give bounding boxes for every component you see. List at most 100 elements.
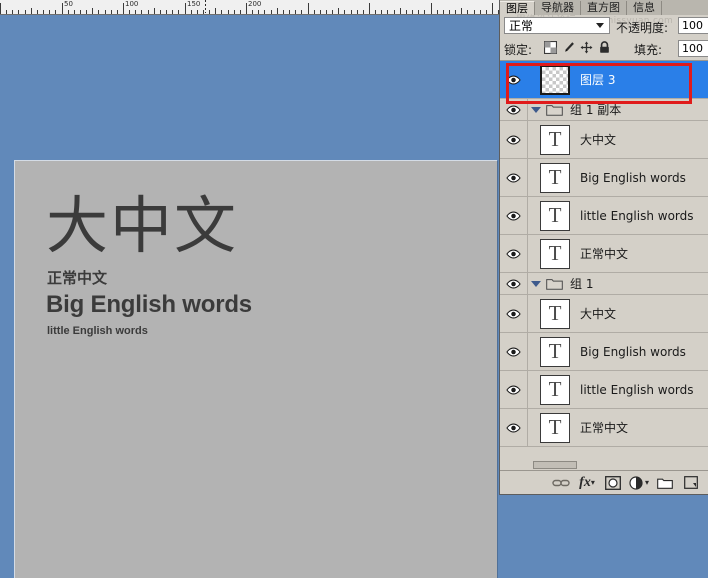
layer-row[interactable]: T 正常中文	[500, 235, 708, 273]
eye-visibility-icon[interactable]	[506, 75, 521, 85]
group-disclosure-triangle[interactable]	[528, 106, 544, 113]
layer-visibility-toggle[interactable]	[500, 99, 528, 120]
layer-visibility-toggle[interactable]	[500, 235, 528, 272]
ruler-tick	[49, 10, 50, 14]
eye-visibility-icon[interactable]	[506, 385, 521, 395]
group-disclosure-triangle[interactable]	[528, 280, 544, 287]
layer-thumbnail[interactable]: T	[540, 412, 570, 443]
ruler-tick	[264, 10, 265, 14]
layer-visibility-toggle[interactable]	[500, 409, 528, 446]
panel-tab-strip: 图层 导航器 直方图 信息	[500, 0, 708, 15]
lock-image-icon[interactable]	[562, 41, 575, 54]
canvas-text-little-english[interactable]: little English words	[47, 324, 148, 338]
eye-visibility-icon[interactable]	[506, 135, 521, 145]
blend-mode-select[interactable]: 正常	[504, 17, 610, 34]
layer-visibility-toggle[interactable]	[500, 333, 528, 370]
layer-row[interactable]: 图层 3	[500, 61, 708, 99]
layer-thumbnail[interactable]: T	[540, 298, 570, 329]
ruler-tick	[154, 8, 155, 14]
ruler-tick	[351, 10, 352, 14]
panel-tab-0[interactable]: 图层	[500, 1, 535, 15]
layer-thumbnail[interactable]: T	[540, 200, 570, 231]
layer-thumbnail[interactable]: T	[540, 238, 570, 269]
lock-all-icon[interactable]	[598, 41, 611, 54]
link-layers-icon[interactable]	[548, 473, 574, 493]
ruler-tick	[418, 10, 419, 14]
document-canvas[interactable]: 大中文 正常中文 Big English words little Englis…	[14, 160, 497, 578]
group-name-label[interactable]: 组 1 副本	[570, 101, 621, 118]
type-layer-t-icon: T	[548, 165, 562, 189]
layer-row[interactable]: T 大中文	[500, 121, 708, 159]
ruler-tick	[258, 10, 259, 14]
panel-tab-1[interactable]: 导航器	[535, 1, 581, 15]
add-layer-mask-icon[interactable]	[600, 473, 626, 493]
type-layer-t-icon: T	[548, 415, 562, 439]
ruler-tick	[369, 3, 370, 14]
ruler-tick	[271, 10, 272, 14]
lock-position-icon[interactable]	[580, 41, 593, 54]
layer-row[interactable]: T Big English words	[500, 333, 708, 371]
eye-visibility-icon[interactable]	[506, 347, 521, 357]
eye-visibility-icon[interactable]	[506, 423, 521, 433]
layer-name-label[interactable]: Big English words	[580, 171, 686, 185]
layer-visibility-toggle[interactable]	[500, 295, 528, 332]
layer-name-label[interactable]: 正常中文	[580, 419, 628, 436]
panel-tab-2[interactable]: 直方图	[581, 1, 627, 15]
layer-list[interactable]: 图层 3 组 1 副本 T 大中文 T Big English words Tlittle …	[500, 60, 708, 471]
layer-group-row[interactable]: 组 1 副本	[500, 99, 708, 121]
layer-thumbnail[interactable]: T	[540, 336, 570, 367]
layer-group-row[interactable]: 组 1	[500, 273, 708, 295]
eye-visibility-icon[interactable]	[506, 173, 521, 183]
fill-input[interactable]: 100	[678, 40, 708, 57]
canvas-text-big-chinese[interactable]: 大中文	[46, 194, 238, 258]
opacity-input[interactable]: 100	[678, 17, 708, 34]
panel-tab-3[interactable]: 信息	[627, 1, 662, 15]
layer-thumbnail[interactable]: T	[540, 162, 570, 193]
layer-visibility-toggle[interactable]	[500, 121, 528, 158]
eye-visibility-icon[interactable]	[506, 211, 521, 221]
layer-row[interactable]: Tlittle English words	[500, 371, 708, 409]
layer-row[interactable]: Tlittle English words	[500, 197, 708, 235]
layer-name-label[interactable]: 正常中文	[580, 245, 628, 262]
ruler-tick	[455, 10, 456, 14]
ruler-tick	[234, 10, 235, 14]
layer-visibility-toggle[interactable]	[500, 197, 528, 234]
ruler-tick	[443, 10, 444, 14]
group-name-label[interactable]: 组 1	[570, 275, 593, 292]
ruler-tick	[338, 8, 339, 14]
eye-visibility-icon[interactable]	[506, 105, 521, 115]
canvas-text-big-english[interactable]: Big English words	[46, 290, 252, 320]
ruler-tick	[326, 10, 327, 14]
adjustment-layer-icon[interactable]: ▾	[626, 473, 652, 493]
layer-thumbnail[interactable]: T	[540, 374, 570, 405]
eye-visibility-icon[interactable]	[506, 279, 521, 289]
ruler-tick	[480, 10, 481, 14]
layer-visibility-toggle[interactable]	[500, 273, 528, 294]
ruler-tick	[197, 10, 198, 14]
layer-thumbnail[interactable]	[540, 64, 570, 95]
layer-visibility-toggle[interactable]	[500, 61, 528, 98]
layer-style-fx-icon[interactable]: fx ▾	[574, 473, 600, 493]
layer-name-label[interactable]: 大中文	[580, 305, 616, 322]
layer-list-scroll-thumb[interactable]	[533, 461, 577, 469]
layer-row[interactable]: T Big English words	[500, 159, 708, 197]
layer-visibility-toggle[interactable]	[500, 371, 528, 408]
layer-name-label[interactable]: little English words	[580, 383, 694, 397]
layer-visibility-toggle[interactable]	[500, 159, 528, 196]
layer-row[interactable]: T 大中文	[500, 295, 708, 333]
layer-name-label[interactable]: 大中文	[580, 131, 616, 148]
canvas-text-normal-chinese[interactable]: 正常中文	[47, 269, 107, 287]
lock-transparency-icon[interactable]	[544, 41, 557, 54]
new-group-icon[interactable]	[652, 473, 678, 493]
layer-thumbnail[interactable]: T	[540, 124, 570, 155]
new-layer-icon[interactable]	[678, 473, 704, 493]
ruler-tick	[320, 10, 321, 14]
ruler-tick	[166, 10, 167, 14]
layer-name-label[interactable]: Big English words	[580, 345, 686, 359]
layer-name-label[interactable]: little English words	[580, 209, 694, 223]
eye-visibility-icon[interactable]	[506, 309, 521, 319]
ruler-tick	[18, 10, 19, 14]
eye-visibility-icon[interactable]	[506, 249, 521, 259]
layer-row[interactable]: T 正常中文	[500, 409, 708, 447]
layer-name-label[interactable]: 图层 3	[580, 71, 615, 88]
